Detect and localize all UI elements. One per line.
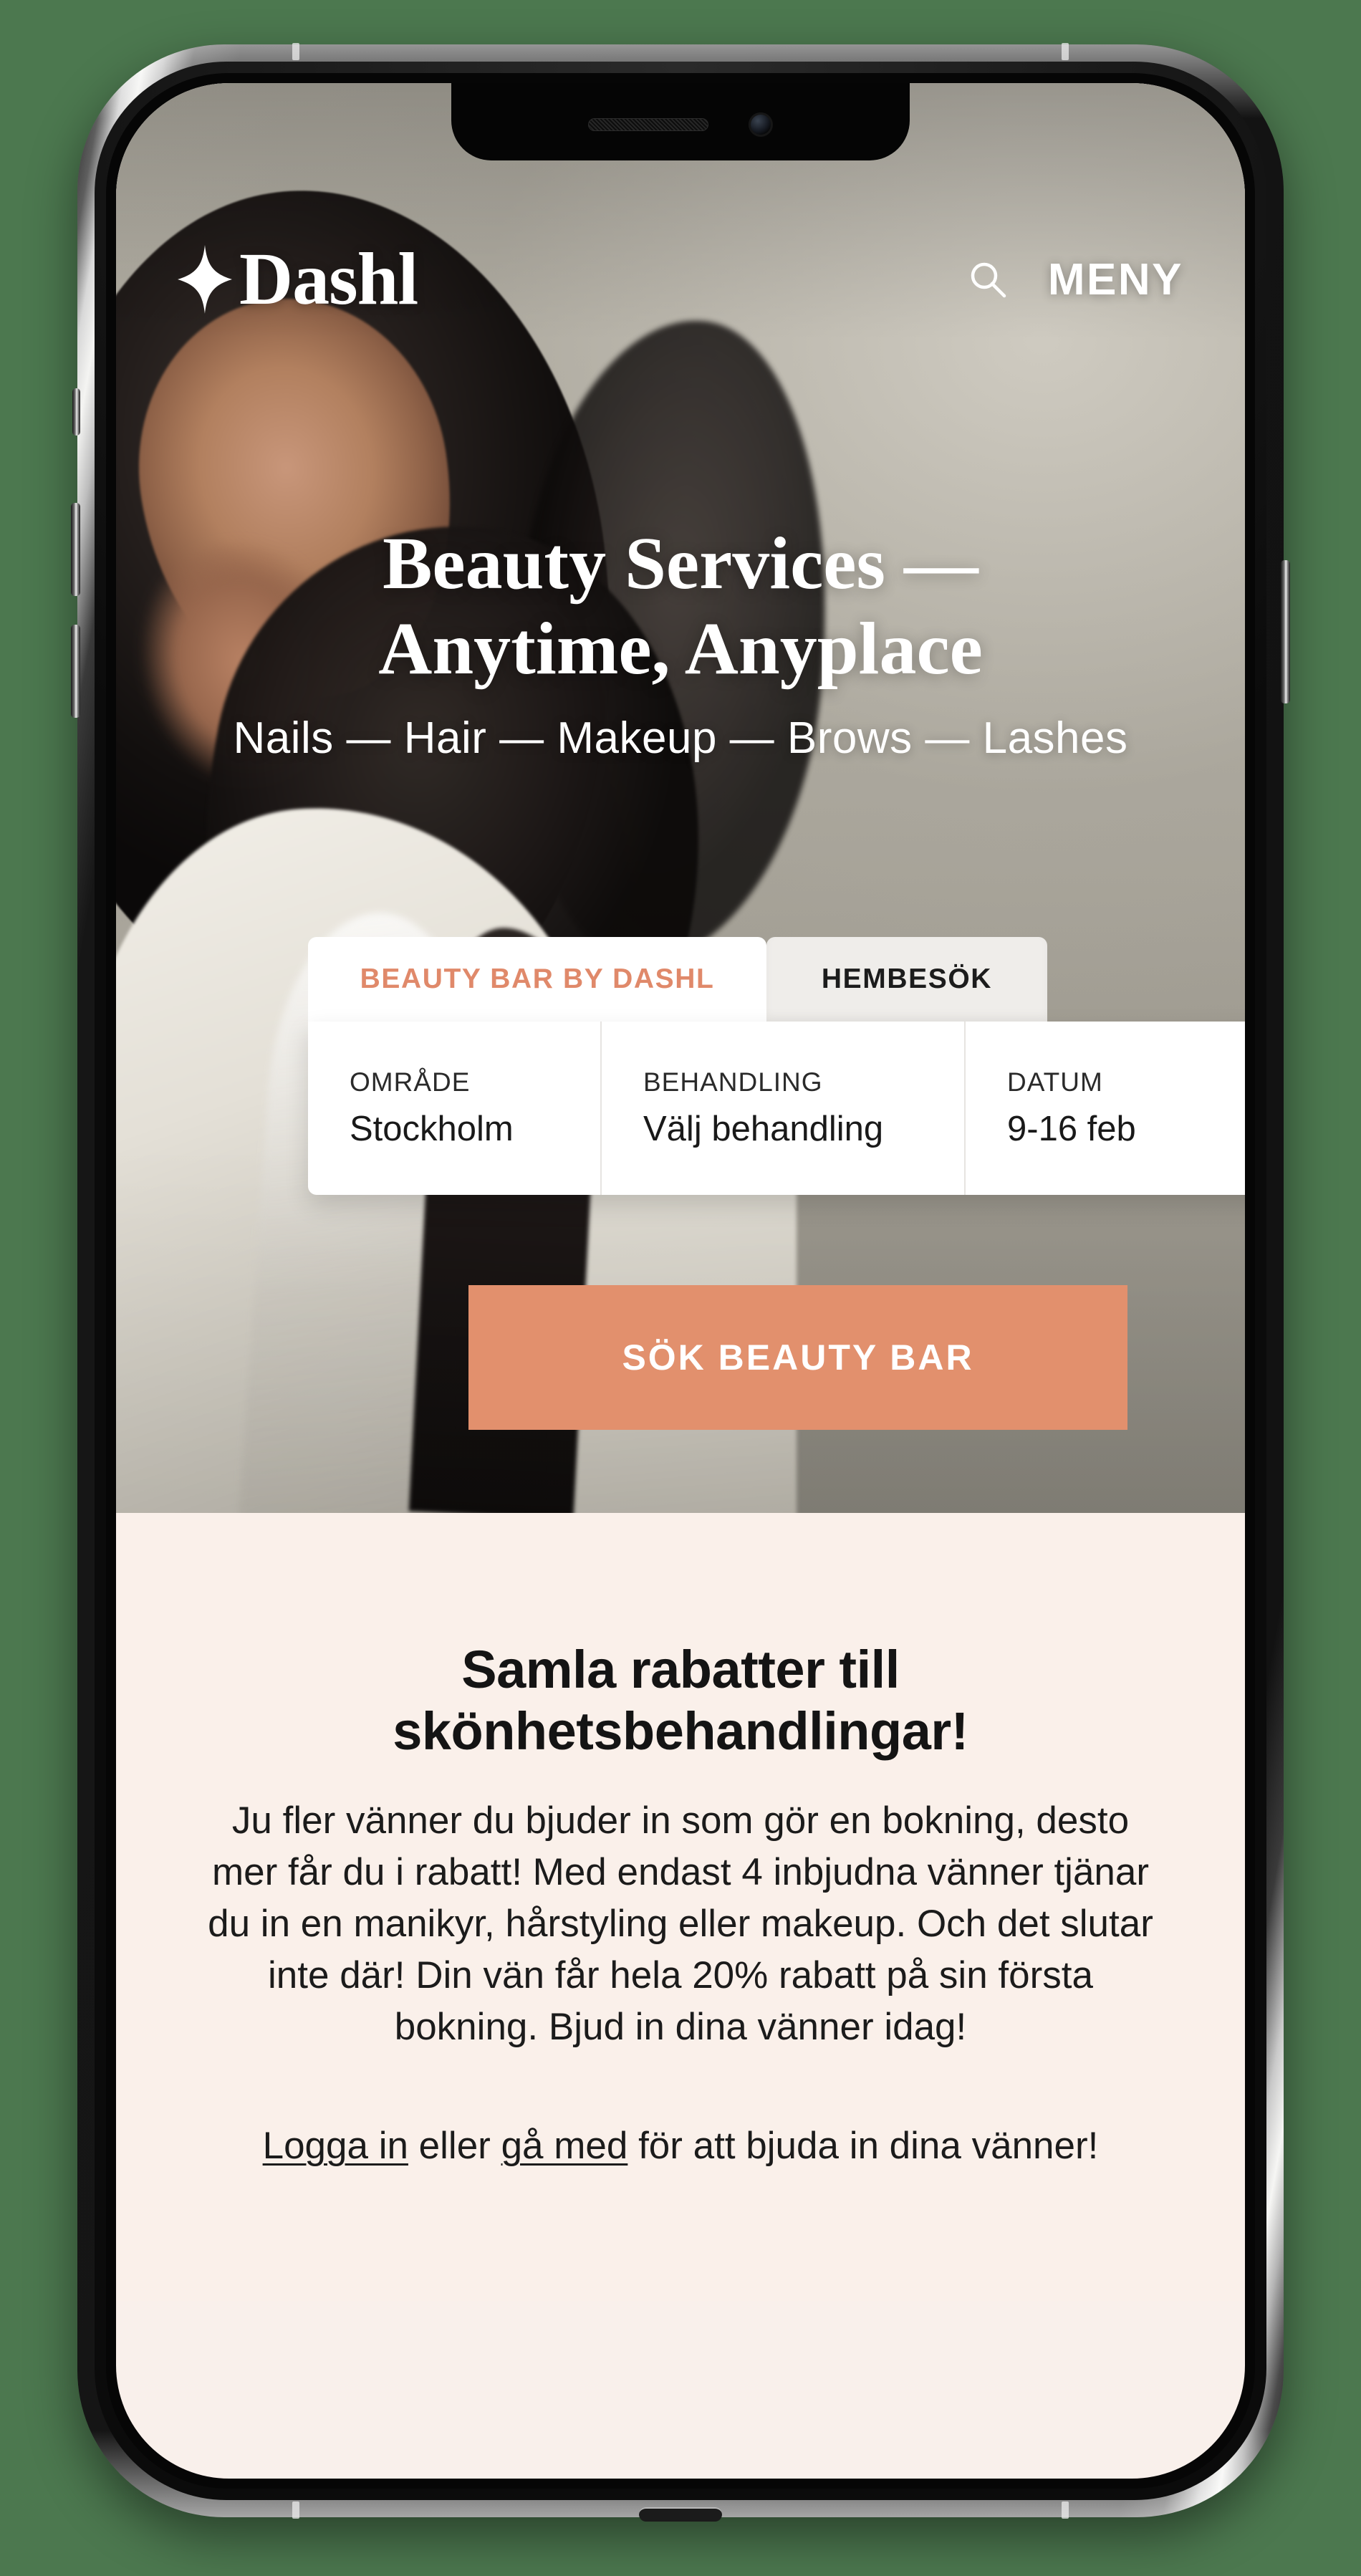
volume-up-button[interactable]	[71, 503, 80, 596]
field-area[interactable]: OMRÅDE Stockholm	[308, 1022, 600, 1195]
field-treatment-value: Välj behandling	[643, 1110, 884, 1148]
brand-logo-text: Dashl	[239, 238, 418, 321]
phone-body-inner: Dashl MENY Beauty Services — Anytime, An…	[106, 73, 1255, 2489]
tab-beauty-bar[interactable]: BEAUTY BAR BY DASHL	[308, 937, 766, 1022]
header-actions: MENY	[968, 254, 1183, 305]
promo-links: Logga in eller gå med för att bjuda in d…	[196, 2120, 1165, 2172]
menu-button[interactable]: MENY	[1048, 254, 1183, 305]
hero-title-line-2: Anytime, Anyplace	[378, 607, 983, 690]
volume-down-button[interactable]	[71, 625, 80, 718]
login-link[interactable]: Logga in	[263, 2125, 408, 2167]
sparkle-star-icon	[178, 245, 232, 314]
hero-title-line-1: Beauty Services —	[383, 522, 978, 605]
booking-search-panel: OMRÅDE Stockholm BEHANDLING Välj behandl…	[308, 1022, 1245, 1195]
antenna-band-bottom-left	[292, 2501, 299, 2519]
field-area-value: Stockholm	[350, 1110, 514, 1148]
hero-copy: Beauty Services — Anytime, Anyplace Nail…	[116, 522, 1245, 764]
front-camera-icon	[749, 112, 773, 137]
join-link[interactable]: gå med	[501, 2125, 628, 2167]
field-treatment[interactable]: BEHANDLING Välj behandling	[600, 1022, 964, 1195]
promo-title-line-1: Samla rabatter till	[461, 1640, 900, 1699]
phone-notch	[451, 83, 910, 160]
field-date-label: DATUM	[1007, 1067, 1103, 1097]
site-header: Dashl MENY	[116, 238, 1245, 321]
antenna-band-top-right	[1062, 43, 1069, 60]
phone-body: Dashl MENY Beauty Services — Anytime, An…	[95, 62, 1266, 2500]
tab-hembesok[interactable]: HEMBESÖK	[766, 937, 1047, 1022]
booking-tabs: BEAUTY BAR BY DASHL HEMBESÖK	[308, 937, 1047, 1022]
antenna-band-top-left	[292, 43, 299, 60]
search-icon[interactable]	[968, 259, 1008, 299]
field-date[interactable]: DATUM 9-16 feb	[964, 1022, 1245, 1195]
speaker-grille-icon	[588, 118, 708, 131]
hero-section: Dashl MENY Beauty Services — Anytime, An…	[116, 83, 1245, 1513]
antenna-band-bottom-right	[1062, 2501, 1069, 2519]
promo-body: Ju fler vänner du bjuder in som gör en b…	[208, 1799, 1153, 2048]
power-button[interactable]	[1281, 560, 1290, 703]
phone-mockup: Dashl MENY Beauty Services — Anytime, An…	[71, 43, 1290, 2522]
field-area-label: OMRÅDE	[350, 1067, 471, 1097]
hero-subtitle: Nails — Hair — Makeup — Brows — Lashes	[233, 713, 1128, 764]
promo-title: Samla rabatter till skönhetsbehandlingar…	[196, 1639, 1165, 1762]
phone-screen: Dashl MENY Beauty Services — Anytime, An…	[116, 83, 1245, 2479]
field-treatment-label: BEHANDLING	[643, 1067, 823, 1097]
promo-section: Samla rabatter till skönhetsbehandlingar…	[116, 1513, 1245, 2301]
mute-switch[interactable]	[72, 388, 80, 436]
promo-link-tail: för att bjuda in dina vänner!	[627, 2125, 1099, 2168]
brand-logo[interactable]: Dashl	[178, 238, 418, 321]
hero-title: Beauty Services — Anytime, Anyplace	[150, 522, 1211, 691]
search-beauty-bar-button[interactable]: SÖK BEAUTY BAR	[468, 1285, 1127, 1430]
charging-port	[639, 2507, 722, 2522]
field-date-value: 9-16 feb	[1007, 1110, 1136, 1148]
promo-title-line-2: skönhetsbehandlingar!	[393, 1701, 968, 1761]
promo-link-separator: eller	[408, 2125, 501, 2168]
